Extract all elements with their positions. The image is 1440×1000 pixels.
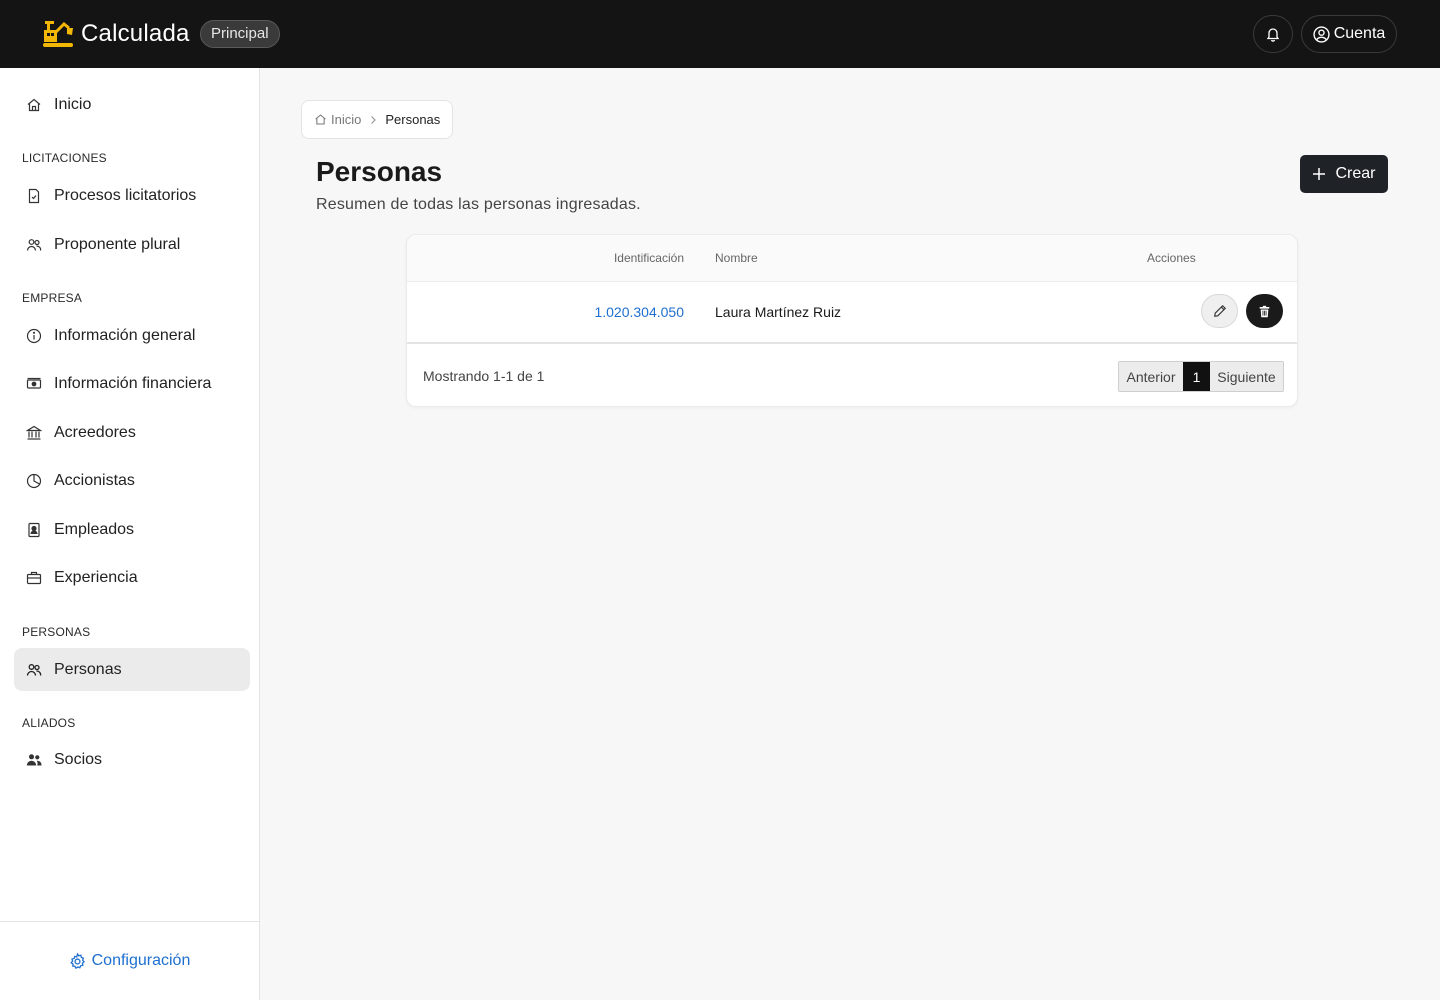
info-circle-icon — [26, 328, 42, 344]
bell-icon — [1266, 28, 1280, 42]
page-title: Personas — [316, 156, 443, 187]
page-subtitle: Resumen de todas las personas ingresadas… — [316, 196, 641, 213]
sidebar-item-informacion-general[interactable]: Información general — [14, 314, 250, 357]
pagination-page-button[interactable]: 1 — [1183, 362, 1210, 391]
table-header: Identificación Nombre Acciones — [407, 235, 1297, 282]
section-label-personas: PERSONAS — [22, 625, 91, 639]
create-button[interactable]: Crear — [1300, 155, 1388, 193]
file-check-icon — [26, 188, 42, 204]
breadcrumb-home[interactable]: Inicio — [314, 112, 361, 127]
create-button-label: Crear — [1335, 165, 1376, 182]
sidebar: Inicio LICITACIONES Procesos licitatorio… — [0, 68, 260, 1000]
settings-label: Configuración — [91, 952, 191, 969]
people-fill-icon — [26, 752, 42, 768]
sidebar-item-acreedores[interactable]: Acreedores — [14, 411, 250, 454]
sidebar-item-label: Personas — [54, 660, 122, 678]
sidebar-item-label: Proponente plural — [54, 235, 181, 253]
column-header-acciones: Acciones — [1147, 251, 1196, 265]
row-name: Laura Martínez Ruiz — [715, 304, 842, 320]
pencil-icon — [1213, 304, 1226, 317]
plus-icon — [1313, 168, 1326, 180]
breadcrumb-home-label: Inicio — [331, 112, 362, 127]
sidebar-item-proponente-plural[interactable]: Proponente plural — [14, 223, 250, 266]
breadcrumb-current: Personas — [385, 112, 441, 127]
pagination-next-button[interactable]: Siguiente — [1210, 362, 1283, 391]
table-row: 1.020.304.050 Laura Martínez Ruiz — [407, 282, 1297, 344]
edit-button[interactable] — [1201, 294, 1238, 328]
pie-chart-icon — [26, 473, 42, 489]
section-label-empresa: EMPRESA — [22, 291, 83, 305]
delete-button[interactable] — [1246, 294, 1283, 328]
app-name: Calculada — [81, 20, 190, 47]
gear-icon — [69, 952, 85, 969]
section-label-aliados: ALIADOS — [22, 716, 76, 730]
sidebar-item-socios[interactable]: Socios — [14, 738, 250, 781]
pagination-summary: Mostrando 1-1 de 1 — [423, 368, 545, 384]
sidebar-item-label: Información general — [54, 326, 196, 344]
sidebar-item-label: Experiencia — [54, 568, 138, 586]
briefcase-icon — [26, 570, 42, 586]
sidebar-item-label: Accionistas — [54, 471, 135, 489]
personas-table: Identificación Nombre Acciones 1.020.304… — [406, 234, 1298, 407]
environment-badge[interactable]: Principal — [200, 20, 280, 48]
pagination: Anterior 1 Siguiente — [1118, 361, 1284, 392]
cash-icon — [26, 376, 42, 392]
sidebar-item-personas[interactable]: Personas — [14, 648, 250, 691]
brand[interactable]: Calculada — [42, 19, 190, 49]
row-identification-link[interactable]: 1.020.304.050 — [594, 304, 684, 320]
users-icon — [26, 662, 42, 678]
id-badge-icon — [26, 522, 42, 538]
user-circle-icon — [1313, 25, 1330, 43]
sidebar-item-label: Acreedores — [54, 423, 136, 441]
top-bar: Calculada Principal Cuenta — [0, 0, 1440, 68]
sidebar-item-accionistas[interactable]: Accionistas — [14, 459, 250, 502]
home-icon — [315, 114, 326, 125]
sidebar-item-experiencia[interactable]: Experiencia — [14, 556, 250, 599]
column-header-identificacion[interactable]: Identificación — [614, 251, 684, 265]
account-button[interactable]: Cuenta — [1301, 15, 1397, 53]
users-icon — [26, 237, 42, 253]
home-icon — [26, 97, 42, 113]
bank-icon — [26, 425, 42, 441]
chevron-right-icon — [369, 115, 377, 125]
sidebar-item-informacion-financiera[interactable]: Información financiera — [14, 362, 250, 405]
pagination-previous-button[interactable]: Anterior — [1119, 362, 1183, 391]
column-header-nombre[interactable]: Nombre — [715, 251, 758, 265]
section-label-licitaciones: LICITACIONES — [22, 151, 107, 165]
sidebar-item-label: Información financiera — [54, 374, 212, 392]
sidebar-item-inicio[interactable]: Inicio — [14, 83, 250, 126]
sidebar-item-label: Socios — [54, 750, 103, 768]
sidebar-item-empleados[interactable]: Empleados — [14, 508, 250, 551]
trash-icon — [1259, 305, 1270, 317]
excavator-logo-icon — [43, 21, 73, 47]
sidebar-item-label: Inicio — [54, 95, 92, 113]
sidebar-item-label: Empleados — [54, 520, 135, 538]
sidebar-item-procesos-licitatorios[interactable]: Procesos licitatorios — [14, 174, 250, 217]
account-label: Cuenta — [1333, 25, 1386, 42]
notifications-button[interactable] — [1253, 15, 1293, 53]
breadcrumb: Inicio Personas — [301, 100, 454, 139]
sidebar-item-label: Procesos licitatorios — [54, 186, 197, 204]
settings-link[interactable]: Configuración — [0, 921, 259, 1000]
